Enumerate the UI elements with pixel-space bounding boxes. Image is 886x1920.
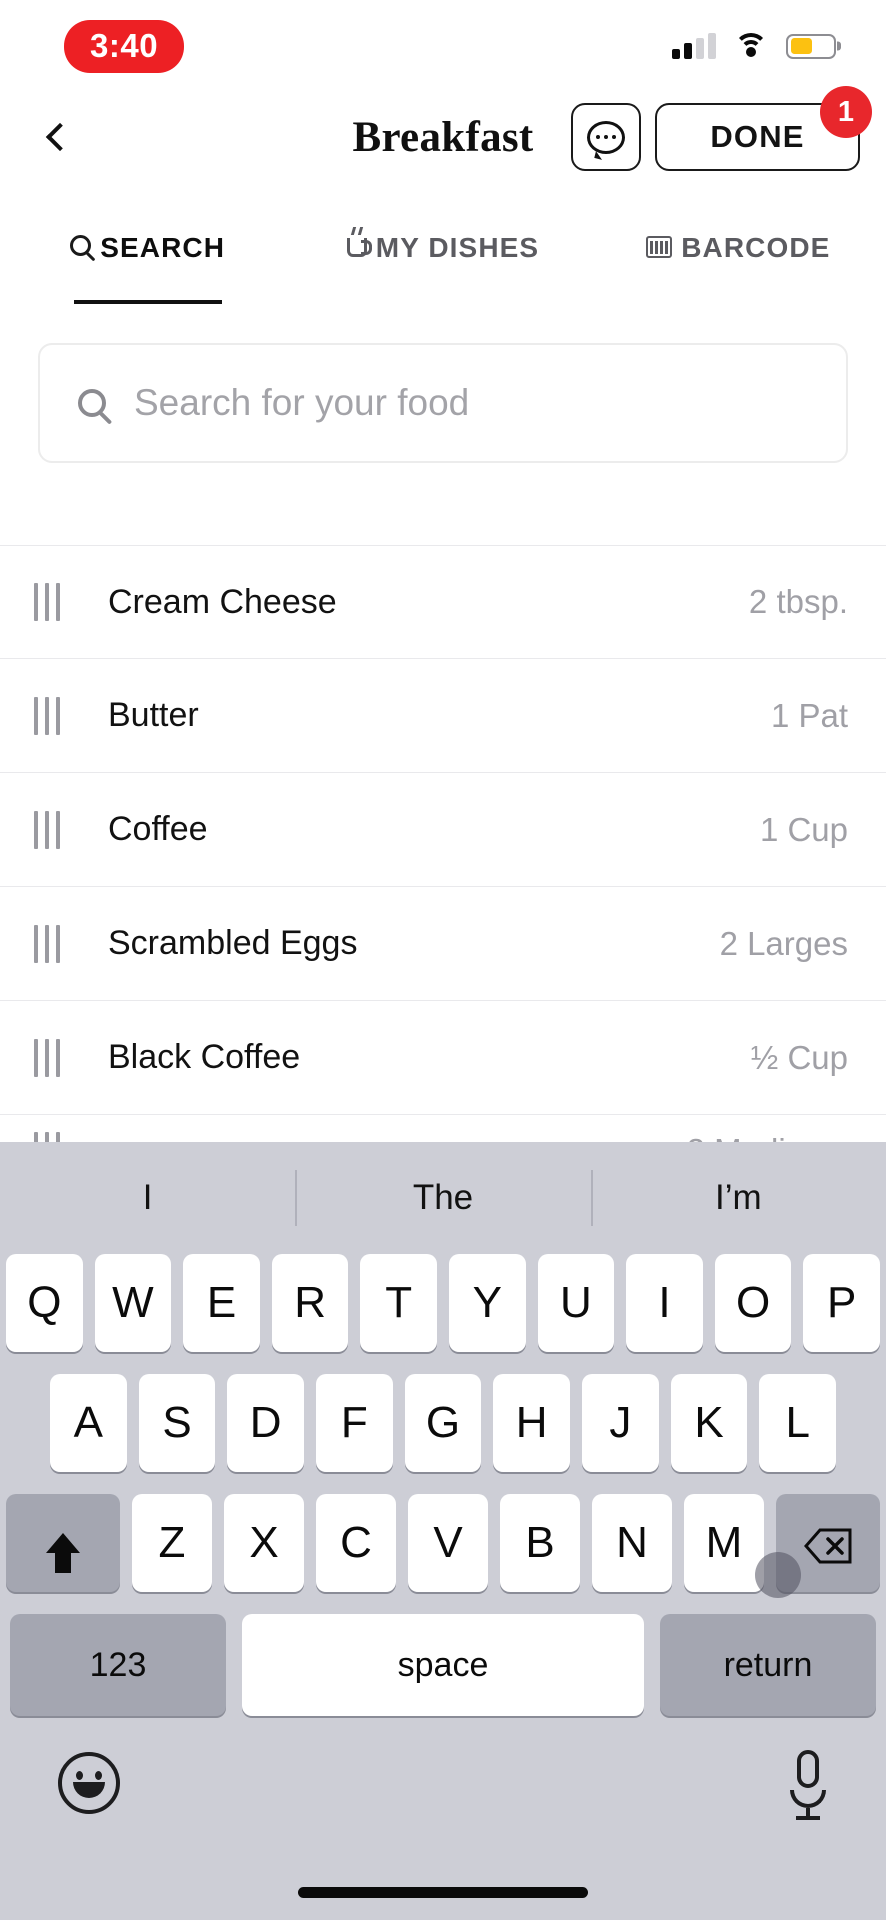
touch-cursor [755,1552,801,1598]
header-actions: DONE 1 [571,86,872,171]
key-b[interactable]: B [500,1494,580,1592]
key-g[interactable]: G [404,1374,482,1472]
keyboard-row-3: Z X C V B N M [0,1494,886,1592]
key-u[interactable]: U [537,1254,615,1352]
keyboard-row-4: 123 space return [0,1614,886,1716]
drag-handle-icon[interactable] [34,696,80,735]
drag-handle-icon[interactable] [34,1038,80,1077]
shift-arrow-icon [46,1533,80,1573]
cup-icon [346,238,372,257]
status-indicators [672,33,836,59]
drag-handle-icon[interactable] [34,810,80,849]
key-y[interactable]: Y [449,1254,526,1352]
key-t[interactable]: T [360,1254,437,1352]
drag-handle-icon[interactable] [34,583,80,621]
chevron-left-icon [45,122,75,152]
prediction-1[interactable]: The [295,1178,590,1218]
status-bar: 3:40 [0,0,886,92]
key-q[interactable]: Q [6,1254,83,1352]
tab-barcode[interactable]: BARCODE [591,228,886,296]
numbers-key[interactable]: 123 [10,1614,226,1716]
key-f[interactable]: F [316,1374,393,1472]
table-row[interactable]: Scrambled Eggs 2 Larges [0,887,886,1001]
key-e[interactable]: E [183,1254,260,1352]
food-name: Black Coffee [108,1038,301,1076]
key-n[interactable]: N [592,1494,672,1592]
app-header: Breakfast DONE 1 [0,86,886,182]
space-key[interactable]: space [242,1614,644,1716]
food-quantity: ½ Cup [750,1038,848,1076]
key-d[interactable]: D [227,1374,304,1472]
battery-low-power-icon [786,33,836,59]
search-icon [78,389,106,417]
key-z[interactable]: Z [132,1494,212,1592]
key-v[interactable]: V [408,1494,488,1592]
key-w[interactable]: W [94,1254,172,1352]
key-x[interactable]: X [224,1494,304,1592]
tab-my-dishes-label: MY DISHES [375,232,540,263]
back-button[interactable] [30,110,84,164]
tab-barcode-label: BARCODE [681,232,831,263]
key-r[interactable]: R [271,1254,349,1352]
tab-bar: SEARCH MY DISHES BARCODE [0,228,886,296]
search-section [0,343,886,463]
food-quantity: 2 Larges [719,924,848,962]
prediction-2[interactable]: I’m [591,1178,886,1218]
food-name: Butter [108,696,199,734]
tab-search[interactable]: SEARCH [0,228,295,296]
table-row[interactable]: Cream Cheese 2 tbsp. [0,545,886,659]
key-j[interactable]: J [582,1374,659,1472]
backspace-icon [804,1525,852,1564]
done-badge-count: 1 [820,86,872,138]
food-name: Cream Cheese [108,582,337,621]
return-key[interactable]: return [660,1614,876,1716]
shift-key[interactable] [6,1494,120,1592]
table-row[interactable]: Butter 1 Pat [0,659,886,773]
tab-my-dishes[interactable]: MY DISHES [295,228,590,296]
food-list: Cream Cheese 2 tbsp. Butter 1 Pat Coffee… [0,545,886,1187]
app-screen: 3:40 Breakfast DONE 1 SEARCH MY DISHES B… [0,0,886,1920]
keyboard-bottom-bar [0,1716,886,1820]
key-o[interactable]: O [714,1254,792,1352]
keyboard-row-2: A S D F G H J K L [0,1374,886,1472]
key-s[interactable]: S [138,1374,216,1472]
status-time-pill[interactable]: 3:40 [64,19,185,73]
food-quantity: 2 tbsp. [748,583,848,620]
food-quantity: 1 Pat [770,696,848,734]
search-icon [70,235,92,256]
key-m[interactable]: M [684,1494,764,1592]
keyboard-row-1: Q W E R T Y U I O P [0,1254,886,1352]
key-h[interactable]: H [493,1374,571,1472]
search-input[interactable] [134,382,808,424]
prediction-0[interactable]: I [0,1178,295,1218]
key-k[interactable]: K [670,1374,748,1472]
on-screen-keyboard: I The I’m Q W E R T Y U I O P A S D F G … [0,1142,886,1920]
home-indicator [298,1887,588,1898]
food-name: Coffee [108,810,208,848]
table-row[interactable]: Coffee 1 Cup [0,773,886,887]
food-name: Scrambled Eggs [108,924,358,962]
emoji-icon[interactable] [58,1752,120,1814]
drag-handle-icon[interactable] [34,924,80,963]
cellular-signal-icon [672,33,716,59]
search-box[interactable] [38,343,848,463]
table-row[interactable]: Black Coffee ½ Cup [0,1001,886,1115]
food-quantity: 1 Cup [759,810,848,848]
microphone-icon[interactable] [788,1750,828,1820]
key-p[interactable]: P [803,1254,880,1352]
chat-button[interactable] [571,103,641,171]
key-a[interactable]: A [49,1374,127,1472]
wifi-icon [734,33,768,59]
barcode-icon [646,236,673,258]
tab-search-label: SEARCH [100,232,226,263]
prediction-bar: I The I’m [0,1142,886,1254]
key-l[interactable]: L [759,1374,837,1472]
chat-bubble-icon [587,120,625,154]
key-c[interactable]: C [316,1494,396,1592]
key-i[interactable]: I [626,1254,703,1352]
